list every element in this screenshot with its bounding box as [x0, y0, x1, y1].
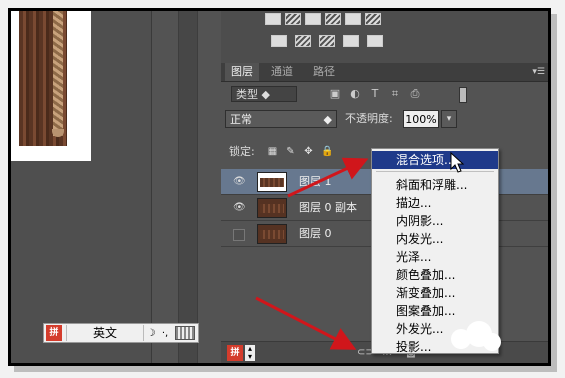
ime-arrow-icon[interactable]: ▴ ▾ [245, 345, 255, 361]
filter-type-select[interactable]: 类型 ◆ [231, 86, 297, 102]
adjustment-filter-icon[interactable]: ◐ [349, 88, 361, 100]
lock-label: 锁定: [229, 145, 255, 158]
blend-mode-select[interactable]: 正常 ◆ [225, 110, 337, 128]
panel-gutter [151, 11, 222, 363]
style-swatch-icon[interactable] [325, 13, 341, 25]
tab-paths[interactable]: 路径 [307, 63, 341, 81]
style-swatch-icon[interactable] [285, 13, 301, 25]
panel-tabs: 图层 通道 路径 ▾☰ [221, 63, 548, 82]
punctuation-icon[interactable]: ·, [158, 328, 172, 339]
menu-divider [376, 171, 494, 172]
layer-name: 图层 0 [299, 227, 332, 240]
updown-arrow-icon: ◆ [323, 113, 332, 126]
rope-image [53, 11, 63, 136]
style-swatch-icon[interactable] [295, 35, 311, 47]
pixel-filter-icon[interactable]: ▣ [329, 88, 341, 100]
eye-icon[interactable]: 👁 [233, 176, 246, 188]
style-swatch-icon[interactable] [319, 35, 335, 47]
menu-item-inner-glow[interactable]: 内发光... [372, 230, 498, 248]
style-swatch-icon[interactable] [367, 35, 383, 47]
menu-item-bevel-emboss[interactable]: 斜面和浮雕... [372, 176, 498, 194]
opacity-dropdown-button[interactable]: ▾ [441, 110, 457, 128]
tab-layers[interactable]: 图层 [225, 63, 259, 81]
ime-language[interactable]: 英文 [66, 325, 144, 341]
filter-row: 类型 ◆ ▣ ◐ T ⌗ ⎙ [221, 82, 548, 106]
layer-name: 图层 1 [299, 175, 332, 188]
ime-toolbar[interactable]: 拼 英文 ☽ ·, [43, 323, 199, 343]
ime-logo-icon[interactable]: 拼 [46, 325, 62, 341]
style-swatch-icon[interactable] [343, 35, 359, 47]
visibility-toggle[interactable] [233, 229, 245, 241]
menu-item-pattern-overlay[interactable]: 图案叠加... [372, 302, 498, 320]
type-filter-icon[interactable]: T [369, 88, 381, 100]
style-swatch-icon[interactable] [365, 13, 381, 25]
styles-panel [221, 11, 548, 63]
link-icon[interactable]: ⊂⊃ [357, 347, 374, 359]
menu-item-stroke[interactable]: 描边... [372, 194, 498, 212]
blend-row: 正常 ◆ 不透明度: 100% ▾ [221, 106, 548, 132]
keyboard-icon[interactable] [175, 326, 195, 340]
layer-thumbnail [257, 224, 287, 244]
lock-all-icon[interactable]: 🔒 [321, 146, 333, 157]
layer-thumbnail [257, 198, 287, 218]
lock-paint-icon[interactable]: ✎ [285, 146, 296, 157]
opacity-input[interactable]: 100% [403, 110, 439, 128]
eye-icon[interactable]: 👁 [233, 202, 246, 214]
menu-item-gradient-overlay[interactable]: 渐变叠加... [372, 284, 498, 302]
style-swatch-icon[interactable] [271, 35, 287, 47]
watermark-blob [483, 333, 501, 351]
menu-item-blending-options[interactable]: 混合选项... [372, 151, 498, 169]
shape-filter-icon[interactable]: ⌗ [389, 88, 401, 100]
style-swatch-icon[interactable] [345, 13, 361, 25]
layer-name: 图层 0 副本 [299, 201, 357, 214]
filter-toggle[interactable] [459, 87, 467, 103]
collapsed-panel-bar[interactable] [178, 11, 198, 363]
screenshot-frame: 拼 英文 ☽ ·, 图层 通道 路径 ▾☰ 类型 ◆ ▣ ◐ T ⌗ ⎙ 正常 … [8, 8, 551, 366]
opacity-label: 不透明度: [345, 112, 393, 125]
document-canvas[interactable] [11, 11, 151, 363]
moon-icon[interactable]: ☽ [144, 328, 158, 339]
lock-move-icon[interactable]: ✥ [303, 146, 314, 157]
layer-thumbnail [257, 172, 287, 192]
menu-item-inner-shadow[interactable]: 内阴影... [372, 212, 498, 230]
tab-channels[interactable]: 通道 [265, 63, 299, 81]
style-swatch-icon[interactable] [305, 13, 321, 25]
menu-item-color-overlay[interactable]: 颜色叠加... [372, 266, 498, 284]
lock-transparent-icon[interactable]: ▦ [267, 146, 278, 157]
menu-item-satin[interactable]: 光泽... [372, 248, 498, 266]
style-swatch-icon[interactable] [265, 13, 281, 25]
panel-menu-icon[interactable]: ▾☰ [532, 67, 545, 77]
ime-logo-icon[interactable]: 拼 [227, 345, 243, 361]
document-image [11, 11, 91, 161]
smart-object-filter-icon[interactable]: ⎙ [409, 88, 421, 100]
